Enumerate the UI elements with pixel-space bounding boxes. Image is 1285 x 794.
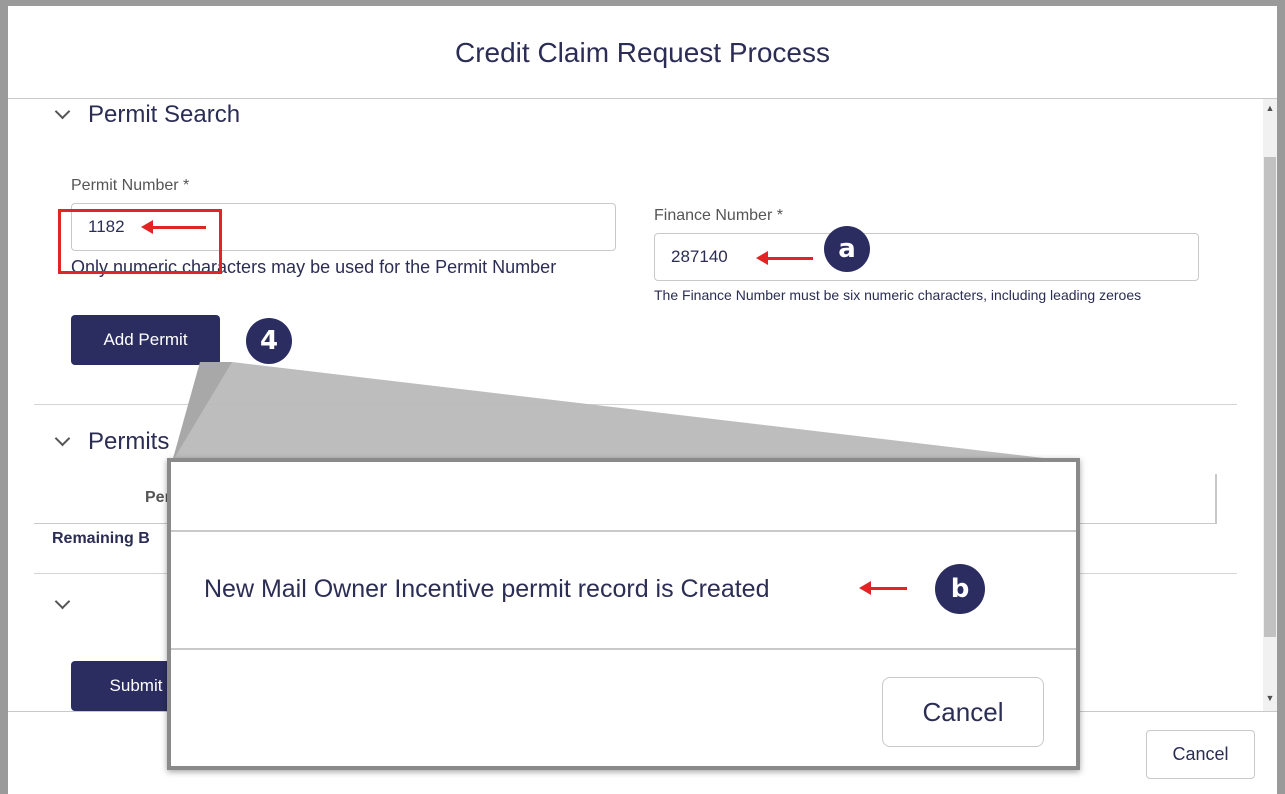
zoom-modal: New Mail Owner Incentive permit record i… [167, 458, 1080, 770]
callout-b: b [935, 564, 985, 614]
finance-arrow-icon [756, 251, 813, 265]
modal-footer: Cancel [171, 650, 1076, 766]
step-4-callout: 4 [246, 318, 292, 364]
callout-a: a [824, 226, 870, 272]
zoom-wedge-upper [172, 362, 1077, 462]
success-message: New Mail Owner Incentive permit record i… [204, 575, 770, 603]
message-arrow-icon [859, 581, 907, 595]
permit-arrow-icon [141, 220, 206, 234]
modal-cancel-button[interactable]: Cancel [882, 677, 1044, 747]
modal-header [171, 462, 1076, 532]
